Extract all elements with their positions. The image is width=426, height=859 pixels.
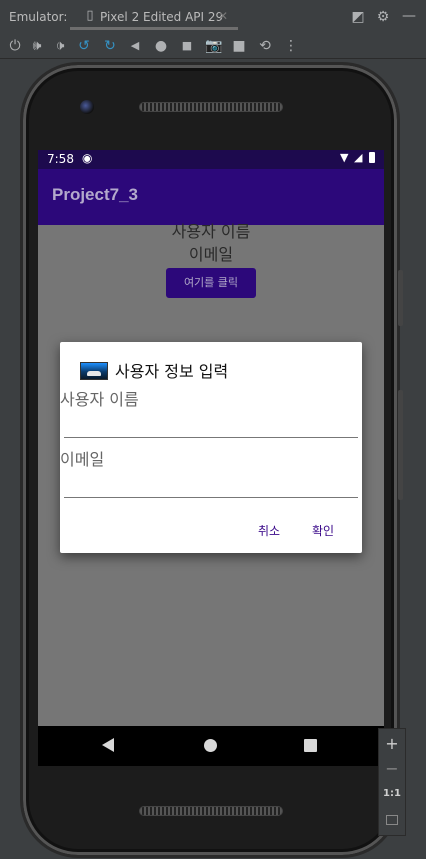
tab-device[interactable]: ▯ Pixel 2 Edited API 29 ✕ bbox=[70, 0, 238, 30]
bottom-speaker bbox=[139, 806, 283, 816]
rotate-right-icon[interactable]: ↻ bbox=[102, 39, 118, 53]
dialog-email-label: 이메일 bbox=[60, 450, 105, 469]
emulator-title-bar: Emulator: ▯ Pixel 2 Edited API 29 ✕ ◩ ⚙ … bbox=[0, 0, 426, 34]
device-icon: ▯ bbox=[86, 8, 94, 23]
screen-record-icon[interactable]: ■ bbox=[231, 39, 247, 53]
tab-device-label: Pixel 2 Edited API 29 bbox=[100, 10, 224, 24]
screenshot-icon[interactable]: 📷 bbox=[205, 39, 222, 53]
side-button-volume[interactable] bbox=[398, 390, 403, 500]
battery-icon bbox=[369, 152, 375, 163]
zoom-out-button[interactable]: − bbox=[379, 759, 405, 778]
more-icon[interactable]: ⋮ bbox=[283, 39, 299, 53]
name-input[interactable] bbox=[64, 412, 358, 436]
ok-button[interactable]: 확인 bbox=[312, 522, 334, 539]
name-input-underline bbox=[64, 437, 358, 438]
emulator-label: Emulator: bbox=[9, 10, 68, 24]
main-name-text: 사용자 이름 bbox=[171, 222, 251, 241]
app-bar: Project7_3 bbox=[38, 169, 384, 225]
side-button-power[interactable] bbox=[398, 270, 403, 326]
emulator-controls: ⏻ 🕪 🕩 ↺ ↻ ◀ ● ■ 📷 ■ ⟲ ⋮ bbox=[0, 34, 426, 58]
tab-close-icon[interactable]: ✕ bbox=[218, 9, 228, 23]
gear-icon[interactable]: ⚙ bbox=[375, 10, 391, 24]
click-here-button[interactable]: 여기를 클릭 bbox=[166, 268, 256, 298]
car-image-icon bbox=[80, 362, 108, 380]
restore-window-icon[interactable]: ◩ bbox=[350, 10, 366, 24]
tab-active-indicator bbox=[70, 27, 238, 30]
volume-up-icon[interactable]: 🕪 bbox=[29, 39, 45, 53]
status-time: 7:58 bbox=[47, 152, 74, 166]
cancel-button[interactable]: 취소 bbox=[258, 522, 280, 539]
rotate-left-icon[interactable]: ↺ bbox=[76, 39, 92, 53]
nav-back-icon[interactable] bbox=[102, 738, 114, 752]
dialog-title: 사용자 정보 입력 bbox=[115, 362, 229, 381]
nav-recents-icon[interactable] bbox=[304, 739, 317, 752]
snapshot-icon[interactable]: ⟲ bbox=[257, 39, 273, 53]
navigation-bar bbox=[38, 726, 384, 766]
status-bar: 7:58 ◉ ▼ ◢ bbox=[38, 150, 384, 169]
data-saver-icon: ◉ bbox=[82, 151, 93, 165]
signal-icon: ◢ bbox=[354, 151, 363, 164]
main-email-text: 이메일 bbox=[188, 245, 234, 264]
email-input[interactable] bbox=[64, 472, 358, 496]
zoom-in-button[interactable]: + bbox=[379, 734, 405, 753]
wifi-icon: ▼ bbox=[340, 151, 349, 164]
overview-icon[interactable]: ■ bbox=[179, 39, 195, 53]
volume-down-icon[interactable]: 🕩 bbox=[52, 39, 68, 53]
power-icon[interactable]: ⏻ bbox=[7, 39, 23, 53]
front-camera bbox=[80, 100, 94, 114]
nav-home-icon[interactable] bbox=[204, 739, 217, 752]
device-screen: 7:58 ◉ ▼ ◢ Project7_3 사용자 이름 이메일 여기를 클릭 … bbox=[38, 150, 384, 726]
zoom-panel: + − 1:1 bbox=[378, 728, 406, 836]
minimize-icon[interactable]: — bbox=[401, 9, 417, 23]
toolbar-divider bbox=[0, 58, 426, 59]
top-speaker bbox=[139, 102, 283, 112]
back-icon[interactable]: ◀ bbox=[127, 39, 143, 53]
home-icon[interactable]: ● bbox=[153, 39, 169, 53]
email-input-underline bbox=[64, 497, 358, 498]
zoom-one-to-one-button[interactable]: 1:1 bbox=[379, 788, 405, 799]
app-title: Project7_3 bbox=[52, 185, 138, 204]
user-info-dialog: 사용자 정보 입력 사용자 이름 이메일 취소 확인 bbox=[60, 342, 362, 553]
dialog-name-label: 사용자 이름 bbox=[60, 390, 139, 409]
fit-screen-icon[interactable] bbox=[386, 815, 398, 825]
